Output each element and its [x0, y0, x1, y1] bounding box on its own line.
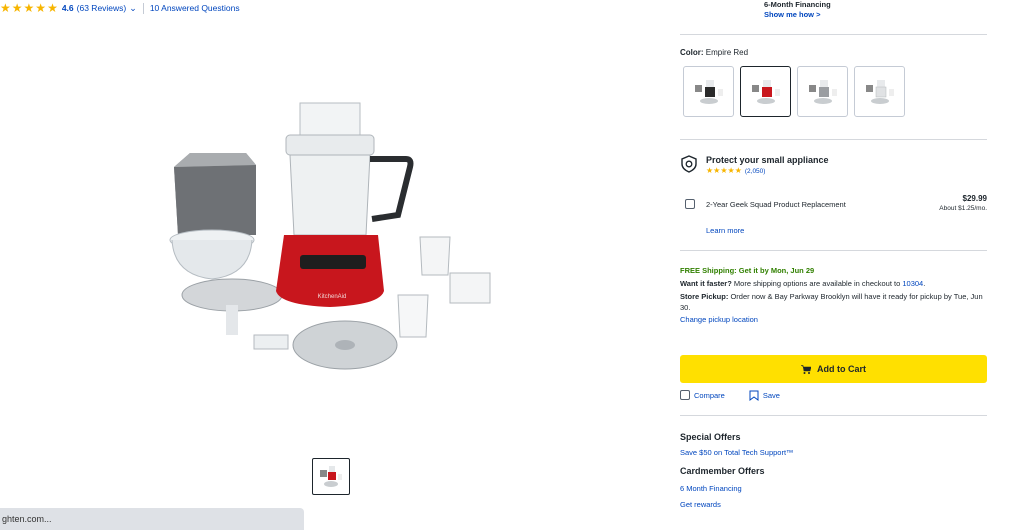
swatch-image-black [694, 79, 723, 104]
cart-actions: Compare Save [680, 388, 987, 402]
protection-rating-count[interactable]: (2,050) [745, 168, 766, 175]
color-swatch-silver[interactable] [797, 66, 848, 117]
store-pickup-text: Store Pickup: Order now & Bay Parkway Br… [680, 292, 987, 313]
cart-icon [801, 364, 811, 374]
financing-offer-link[interactable]: 6 Month Financing [680, 484, 987, 493]
plan-monthly-price: About $1.25/mo. [939, 205, 987, 212]
special-offers-title: Special Offers [680, 432, 741, 442]
color-swatch-black[interactable] [683, 66, 734, 117]
chevron-down-icon[interactable]: ⌄ [129, 3, 137, 14]
compare-toggle[interactable]: Compare [680, 390, 725, 400]
svg-text:KitchenAid: KitchenAid [318, 294, 347, 300]
bookmark-icon [749, 390, 759, 401]
star-icon: ★ [35, 1, 47, 15]
zip-code-link[interactable]: 10304 [902, 279, 923, 288]
star-icon: ★ [727, 166, 735, 175]
compare-label: Compare [694, 390, 725, 400]
financing-link[interactable]: Show me how > [764, 10, 884, 19]
storage-case-image [174, 153, 256, 235]
rating-row: ★ ★ ★ ★ ★ 4.6 (63 Reviews) ⌄ 10 Answered… [0, 1, 240, 15]
change-pickup-location-link[interactable]: Change pickup location [680, 315, 987, 324]
divider [142, 2, 144, 14]
star-icon: ★ [0, 1, 11, 15]
browser-status-bar: ghten.com... [0, 508, 304, 530]
swatch-image-white [865, 79, 894, 104]
cardmember-offers-title: Cardmember Offers [680, 466, 765, 476]
add-to-cart-button[interactable]: Add to Cart [680, 355, 987, 383]
star-icon: ★ [734, 166, 742, 175]
plan-label: 2-Year Geek Squad Product Replacement [706, 200, 846, 209]
faster-shipping-text: Want it faster? More shipping options ar… [680, 279, 987, 288]
faster-end: . [923, 279, 926, 288]
answered-questions-link[interactable]: 10 Answered Questions [150, 3, 240, 13]
star-icon: ★ [23, 1, 35, 15]
divider [680, 139, 987, 140]
special-offer-link[interactable]: Save $50 on Total Tech Support™ [680, 448, 987, 457]
star-icon: ★ [720, 166, 728, 175]
shield-icon [681, 155, 697, 173]
product-thumbnail[interactable] [312, 458, 350, 495]
shredding-disc-image [292, 320, 398, 370]
star-half-icon: ★ [47, 1, 58, 15]
save-toggle[interactable]: Save [749, 390, 780, 401]
divider [680, 250, 987, 251]
color-swatches [683, 66, 913, 117]
star-icon: ★ [713, 166, 721, 175]
reviews-count-link[interactable]: (63 Reviews) [77, 3, 127, 13]
protection-header: Protect your small appliance ★ ★ ★ ★ ★ (… [680, 155, 987, 175]
rating-value[interactable]: 4.6 [62, 3, 74, 13]
financing-title: 6-Month Financing [764, 0, 831, 9]
swatch-image-red [751, 79, 780, 104]
plan-checkbox[interactable] [685, 199, 695, 209]
product-image[interactable]: KitchenAid [160, 95, 505, 385]
plan-price: $29.99 [962, 194, 987, 203]
rewards-link[interactable]: Get rewards [680, 500, 987, 509]
learn-more-link[interactable]: Learn more [706, 226, 806, 235]
free-shipping-text: FREE Shipping: Get it by Mon, Jun 29 [680, 266, 815, 275]
protection-plan-row[interactable]: 2-Year Geek Squad Product Replacement $2… [680, 194, 987, 216]
protection-title: Protect your small appliance [706, 155, 829, 165]
rating-stars: ★ ★ ★ ★ ★ [0, 2, 58, 14]
color-label: Color: Empire Red [680, 48, 987, 57]
faster-detail: More shipping options are available in c… [733, 279, 901, 288]
swatch-image-silver [808, 79, 837, 104]
processor-body-image: KitchenAid [276, 102, 414, 307]
compare-checkbox[interactable] [680, 390, 690, 400]
pickup-label: Store Pickup: [680, 292, 729, 301]
protection-rating: ★ ★ ★ ★ ★ (2,050) [706, 167, 829, 175]
color-swatch-white[interactable] [854, 66, 905, 117]
add-to-cart-label: Add to Cart [817, 364, 866, 374]
color-swatch-empire-red[interactable] [740, 66, 791, 117]
color-label-text: Color: [680, 48, 704, 57]
slicing-disc-image [181, 278, 283, 335]
faster-label: Want it faster? [680, 279, 732, 288]
star-icon: ★ [11, 1, 23, 15]
divider [680, 415, 987, 416]
selected-color: Empire Red [705, 48, 749, 57]
thumbnail-image [320, 465, 342, 487]
save-label: Save [762, 390, 780, 400]
star-icon: ★ [706, 166, 714, 175]
divider [680, 34, 987, 35]
mini-bowl-image [169, 229, 255, 280]
